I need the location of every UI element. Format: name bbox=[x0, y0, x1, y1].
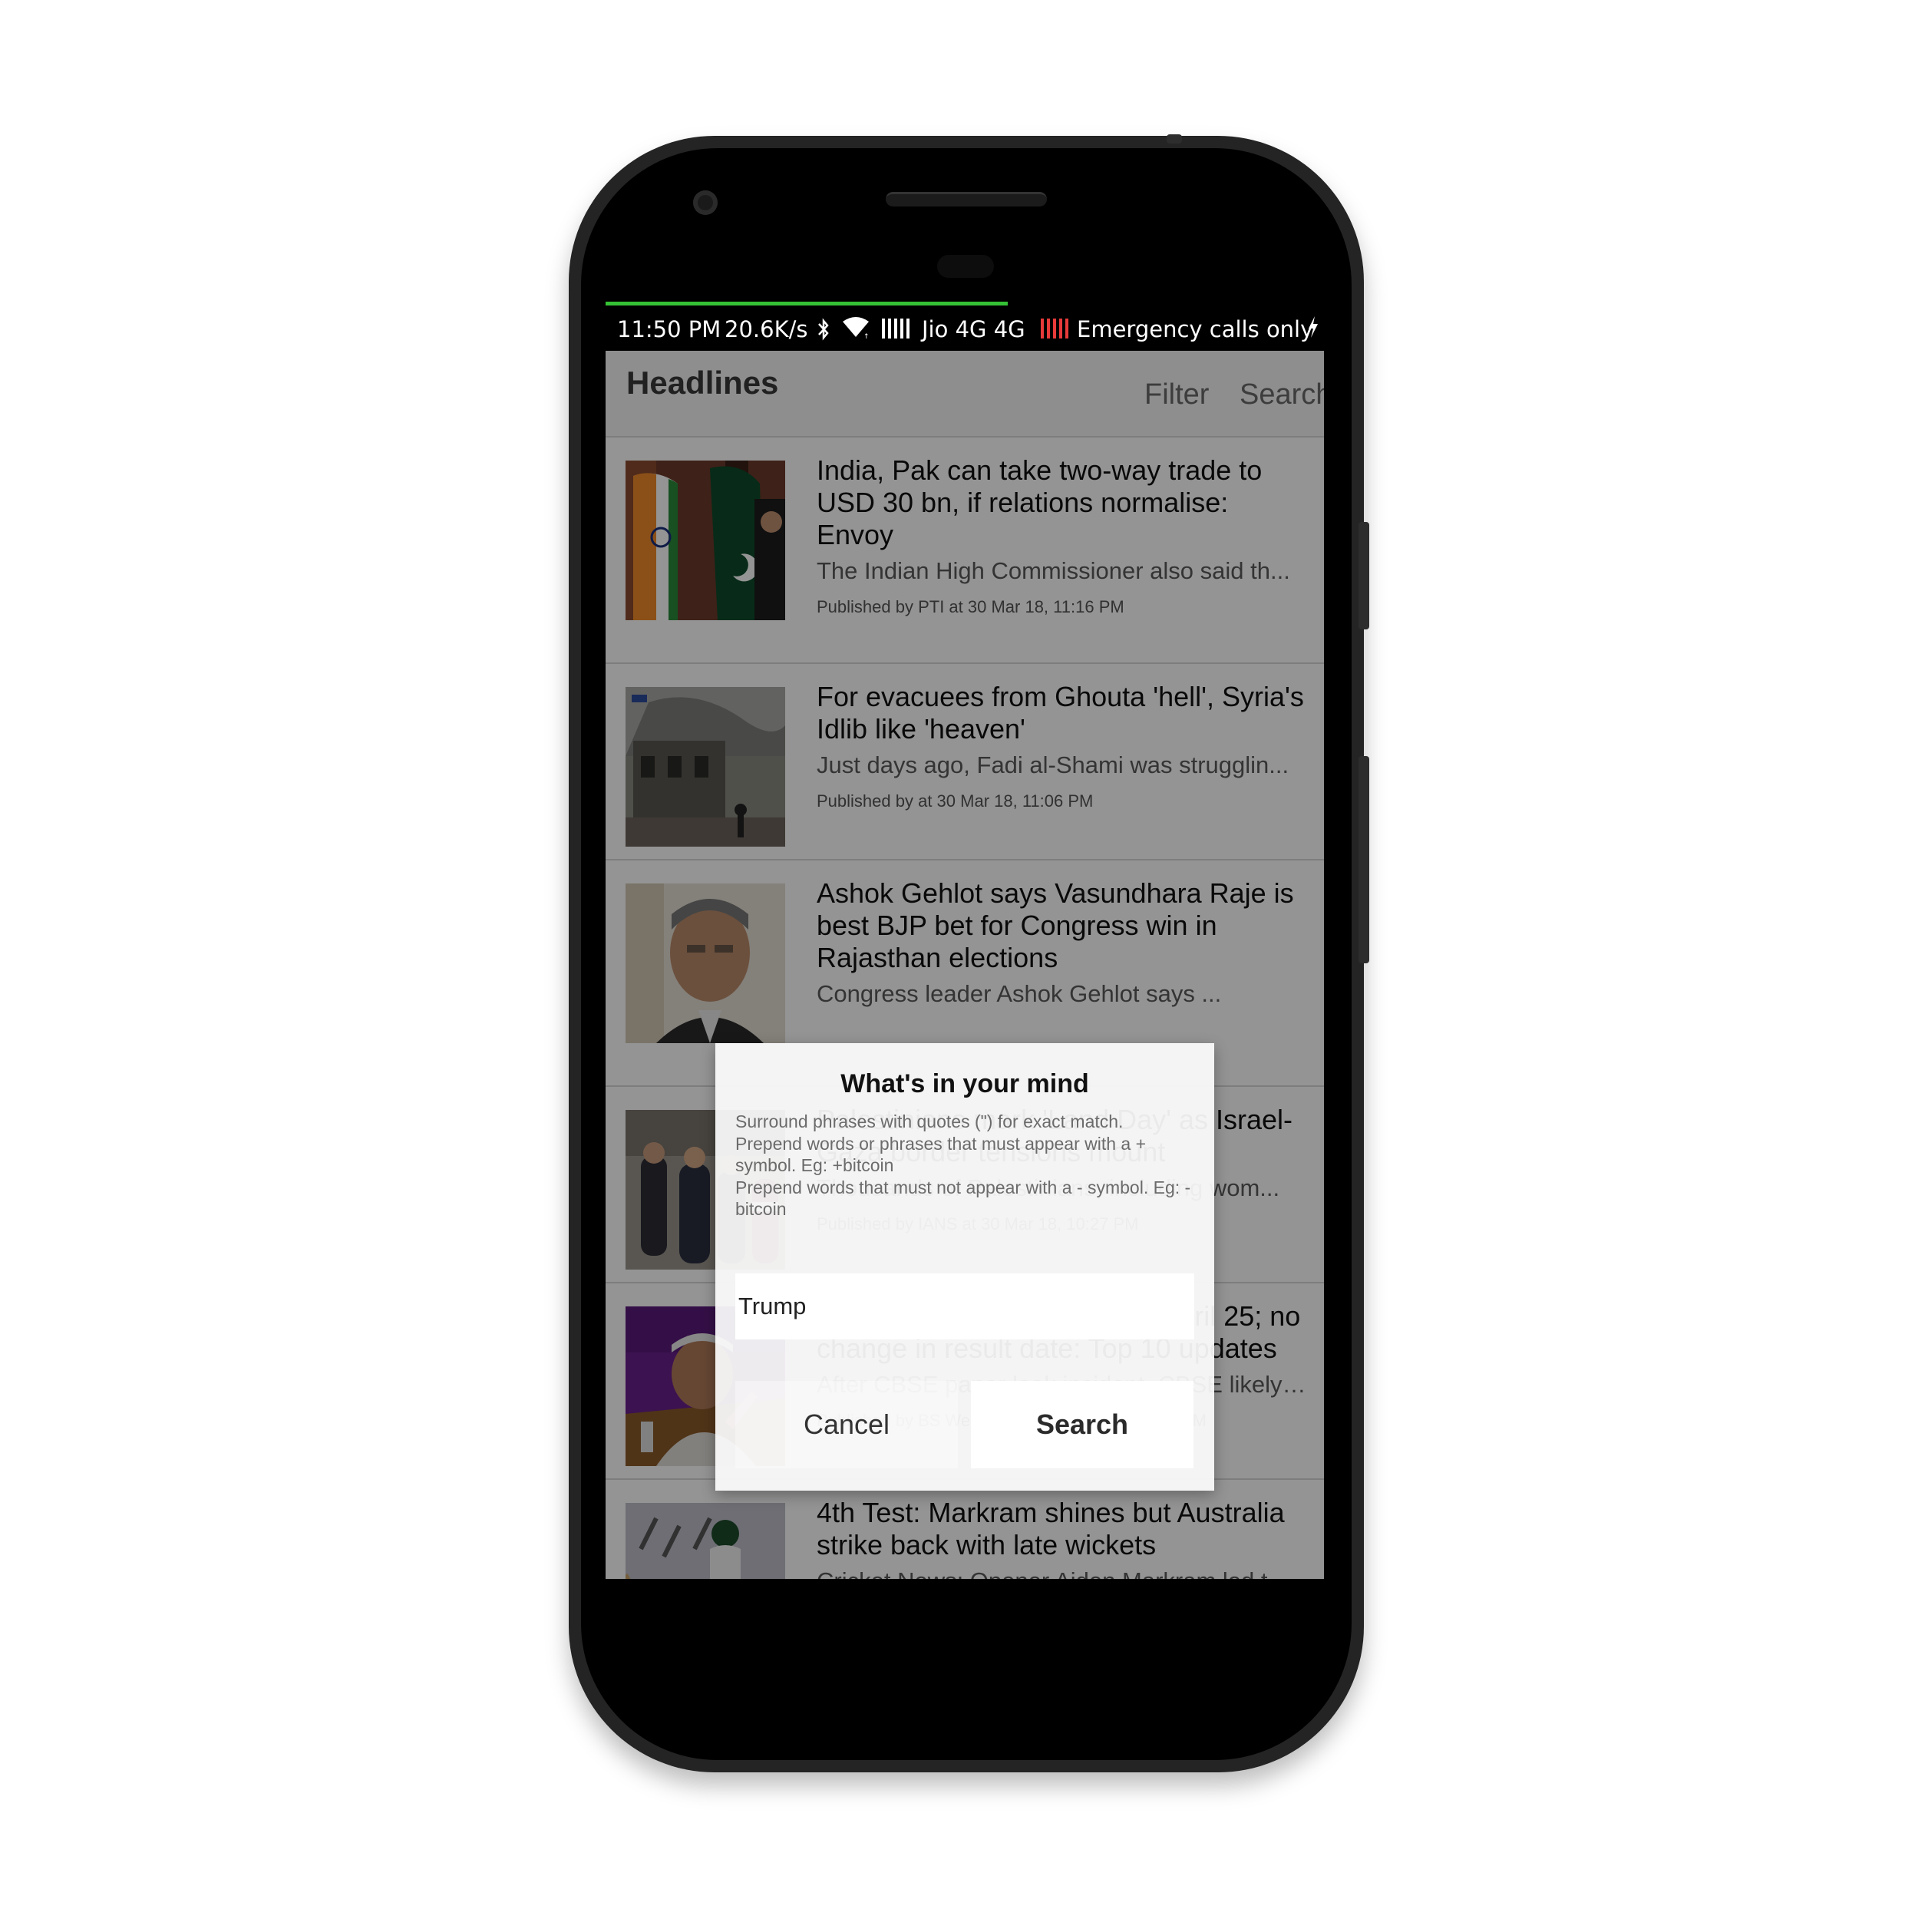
bluetooth-icon bbox=[818, 318, 829, 341]
earpiece-speaker bbox=[886, 192, 1047, 206]
dialog-help-text: Surround phrases with quotes (") for exa… bbox=[735, 1111, 1196, 1220]
power-button[interactable] bbox=[1359, 522, 1369, 629]
proximity-sensor bbox=[937, 255, 994, 278]
search-dialog: What's in your mind Surround phrases wit… bbox=[715, 1043, 1214, 1491]
status-bar: 11:50 PM 20.6K/s ↑↓ Jio 4G 4G Emergency … bbox=[606, 302, 1324, 351]
charging-bolt-icon bbox=[1309, 316, 1318, 338]
signal-empty-icon bbox=[1041, 319, 1068, 339]
phone-screen: 11:50 PM 20.6K/s ↑↓ Jio 4G 4G Emergency … bbox=[606, 302, 1324, 1579]
cancel-button[interactable]: Cancel bbox=[735, 1381, 958, 1468]
status-network-speed: 20.6K/s bbox=[725, 316, 808, 342]
signal-icon bbox=[882, 319, 910, 339]
status-carrier: Jio 4G 4G bbox=[922, 316, 1025, 342]
help-line-plus: Prepend words or phrases that must appea… bbox=[735, 1133, 1147, 1176]
dialog-title: What's in your mind bbox=[840, 1069, 1089, 1098]
help-line-minus: Prepend words that must not appear with … bbox=[735, 1177, 1191, 1220]
dialog-search-button[interactable]: Search bbox=[971, 1381, 1193, 1468]
volume-rocker[interactable] bbox=[1359, 756, 1369, 963]
phone-top-notch bbox=[1167, 134, 1182, 144]
wifi-icon: ↑↓ bbox=[843, 317, 870, 339]
front-camera bbox=[693, 190, 718, 215]
news-app: Headlines Filter Search India, Pak can t… bbox=[606, 351, 1324, 1579]
svg-text:↑↓: ↑↓ bbox=[863, 333, 870, 339]
status-time: 11:50 PM bbox=[617, 316, 721, 342]
status-emergency-text: Emergency calls only bbox=[1077, 316, 1314, 342]
help-line-quotes: Surround phrases with quotes (") for exa… bbox=[735, 1111, 1124, 1131]
search-input[interactable] bbox=[735, 1273, 1194, 1339]
